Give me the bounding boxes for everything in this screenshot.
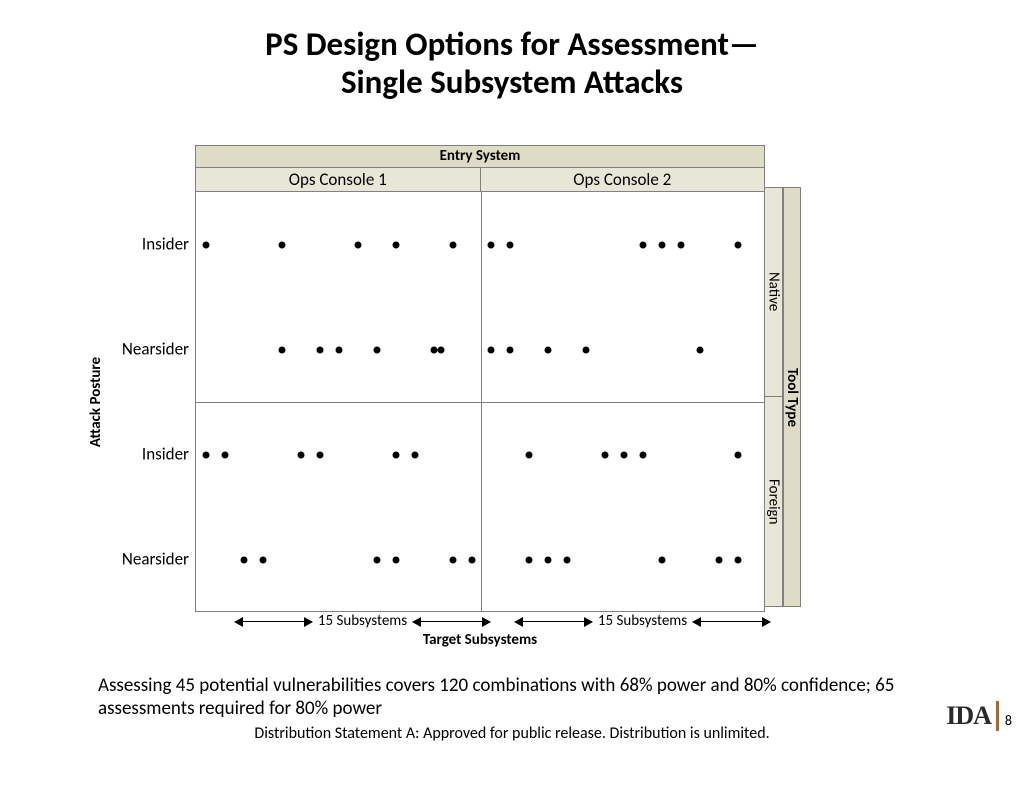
data-point [506, 241, 513, 248]
data-point [734, 451, 741, 458]
assessment-note: Assessing 45 potential vulnerabilities c… [98, 674, 898, 720]
data-point [525, 451, 532, 458]
data-point [544, 346, 551, 353]
data-point [658, 241, 665, 248]
data-point [392, 556, 399, 563]
data-point [525, 556, 532, 563]
data-point [639, 451, 646, 458]
data-point [449, 556, 456, 563]
data-point [278, 241, 285, 248]
slide-title: PS Design Options for Assessment— Single… [0, 0, 1024, 102]
data-point [487, 346, 494, 353]
row-label-insider-foreign: Insider [142, 444, 189, 465]
data-point [677, 241, 684, 248]
strip-tool-type: Tool Type [783, 187, 801, 607]
data-point [392, 241, 399, 248]
ida-logo: IDA [946, 701, 999, 731]
data-point [259, 556, 266, 563]
data-point [696, 346, 703, 353]
double-arrow-icon [515, 621, 592, 622]
strip-native: Native [765, 187, 783, 397]
data-point [297, 451, 304, 458]
subsystems-span-left: 15 Subsystems [235, 611, 490, 631]
data-point [335, 346, 342, 353]
data-point [221, 451, 228, 458]
x-axis-annotations: 15 Subsystems 15 Subsystems Target Subsy… [195, 611, 765, 647]
title-line-2: Single Subsystem Attacks [0, 64, 1024, 102]
data-point [316, 346, 323, 353]
data-point [487, 241, 494, 248]
header-ops-console-1: Ops Console 1 [196, 168, 480, 191]
data-point [620, 451, 627, 458]
distribution-statement: Distribution Statement A: Approved for p… [0, 724, 1024, 743]
row-label-nearsider-foreign: Nearsider [122, 549, 189, 570]
data-point [563, 556, 570, 563]
data-point [601, 451, 608, 458]
data-point [506, 346, 513, 353]
subsystems-right-label: 15 Subsystems [598, 612, 687, 630]
data-point [715, 556, 722, 563]
strip-foreign: Foreign [765, 397, 783, 607]
data-point [734, 241, 741, 248]
data-point [373, 556, 380, 563]
header-entry-system: Entry System [195, 145, 765, 168]
data-point [468, 556, 475, 563]
tool-type-strips: Native Foreign Tool Type [765, 187, 801, 607]
data-point [392, 451, 399, 458]
chart-container: Entry System Ops Console 1 Ops Console 2… [100, 145, 800, 612]
data-point [202, 451, 209, 458]
data-point [202, 241, 209, 248]
row-label-nearsider-native: Nearsider [122, 339, 189, 360]
data-point [449, 241, 456, 248]
data-point [411, 451, 418, 458]
header-ops-console-2: Ops Console 2 [480, 168, 765, 191]
row-label-insider-native: Insider [142, 234, 189, 255]
data-point [544, 556, 551, 563]
data-point [240, 556, 247, 563]
footer-logo-block: IDA 8 [946, 701, 1012, 731]
data-point [354, 241, 361, 248]
title-line-1: PS Design Options for Assessment— [0, 26, 1024, 64]
subsystems-left-label: 15 Subsystems [318, 612, 407, 630]
plot-area [195, 192, 765, 612]
h-divider [196, 402, 764, 403]
y-axis-title: Attack Posture [87, 357, 105, 447]
x-axis-title: Target Subsystems [195, 631, 765, 649]
double-arrow-icon [413, 621, 490, 622]
data-point [430, 346, 437, 353]
data-point [639, 241, 646, 248]
double-arrow-icon [693, 621, 770, 622]
data-point [278, 346, 285, 353]
subsystems-span-right: 15 Subsystems [515, 611, 770, 631]
data-point [658, 556, 665, 563]
double-arrow-icon [235, 621, 312, 622]
data-point [316, 451, 323, 458]
page-number: 8 [1005, 712, 1012, 731]
data-point [582, 346, 589, 353]
data-point [438, 346, 445, 353]
v-divider [481, 192, 482, 611]
column-headers: Entry System Ops Console 1 Ops Console 2 [195, 145, 765, 192]
data-point [373, 346, 380, 353]
data-point [734, 556, 741, 563]
